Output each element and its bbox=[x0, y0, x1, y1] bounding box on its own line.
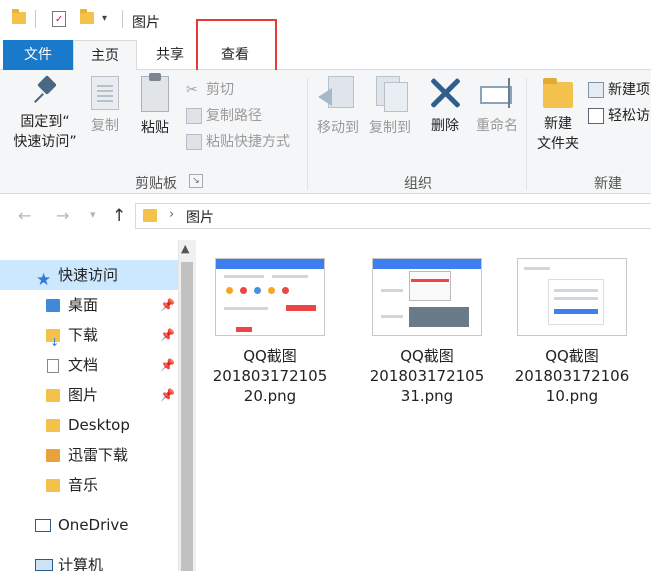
image-thumbnail bbox=[215, 258, 325, 336]
nav-item-documents[interactable]: 文档 📌 bbox=[0, 350, 178, 380]
documents-icon bbox=[47, 359, 59, 373]
title-bar: ✓ ▾ 图片 bbox=[0, 0, 651, 40]
delete-button[interactable]: 删除 bbox=[428, 76, 462, 136]
copy-to-icon bbox=[372, 76, 408, 112]
move-to-button[interactable]: 移动到 bbox=[314, 76, 362, 138]
folder-icon bbox=[46, 419, 60, 432]
recent-locations-chevron-icon[interactable]: ▾ bbox=[90, 208, 96, 221]
tab-home[interactable]: 主页 bbox=[73, 40, 137, 71]
image-thumbnail bbox=[372, 258, 482, 336]
file-item[interactable]: QQ截图 201803172106 10.png bbox=[502, 258, 642, 406]
delete-icon bbox=[428, 76, 462, 110]
pin-to-quick-access-button[interactable]: 固定到“ 快速访问” bbox=[10, 76, 80, 152]
paste-button[interactable]: 粘贴 bbox=[134, 73, 176, 138]
chevron-right-icon[interactable]: › bbox=[169, 207, 174, 222]
window-title: 图片 bbox=[132, 15, 160, 31]
file-item[interactable]: QQ截图 201803172105 20.png bbox=[200, 258, 340, 406]
rename-icon bbox=[478, 76, 516, 110]
pin-icon bbox=[32, 76, 58, 106]
clipboard-dialog-launcher-icon[interactable]: ↘ bbox=[189, 174, 203, 188]
divider bbox=[122, 10, 123, 28]
easy-access-icon bbox=[588, 108, 604, 124]
divider bbox=[526, 78, 527, 190]
scroll-up-arrow-icon[interactable]: ▲ bbox=[181, 242, 189, 255]
clipboard-icon bbox=[141, 73, 169, 112]
computer-icon bbox=[35, 559, 53, 571]
tab-file[interactable]: 文件 bbox=[3, 40, 73, 70]
copy-button[interactable]: 复制 bbox=[84, 76, 126, 136]
group-label-organize: 组织 bbox=[404, 176, 432, 192]
folder-icon bbox=[12, 9, 26, 24]
paste-shortcut-icon bbox=[186, 134, 202, 150]
back-arrow-icon[interactable]: ← bbox=[18, 206, 31, 225]
divider bbox=[35, 10, 36, 28]
copy-path-icon bbox=[186, 108, 202, 124]
nav-item-quick-access[interactable]: ★ 快速访问 bbox=[0, 260, 178, 290]
new-folder-quick-icon[interactable] bbox=[80, 9, 94, 24]
copy-path-button[interactable]: 复制路径 bbox=[186, 106, 262, 126]
scissors-icon: ✂ bbox=[186, 82, 198, 98]
nav-item-computer[interactable]: 计算机 bbox=[0, 550, 178, 571]
cut-button[interactable]: ✂ 剪切 bbox=[186, 80, 234, 100]
forward-arrow-icon[interactable]: → bbox=[56, 206, 69, 225]
move-to-icon bbox=[318, 76, 358, 112]
folder-icon bbox=[46, 449, 60, 462]
properties-icon[interactable]: ✓ bbox=[52, 11, 66, 27]
nav-item-downloads[interactable]: ↓ 下载 📌 bbox=[0, 320, 178, 350]
pin-icon[interactable]: 📌 bbox=[160, 350, 175, 380]
image-thumbnail bbox=[517, 258, 627, 336]
breadcrumb-pictures[interactable]: 图片 bbox=[186, 207, 214, 227]
ribbon-home: 固定到“ 快速访问” 复制 粘贴 ✂ 剪切 复制路径 粘贴快捷方式 剪贴板 ↘ … bbox=[0, 70, 651, 194]
nav-item-desktop-folder[interactable]: Desktop bbox=[0, 410, 178, 440]
up-arrow-icon[interactable]: ↑ bbox=[112, 206, 126, 226]
pin-icon[interactable]: 📌 bbox=[160, 380, 175, 410]
nav-item-music[interactable]: 音乐 bbox=[0, 470, 178, 500]
new-folder-button[interactable]: 新建 文件夹 bbox=[533, 76, 583, 154]
paste-shortcut-button[interactable]: 粘贴快捷方式 bbox=[186, 132, 290, 152]
divider bbox=[307, 78, 308, 190]
new-folder-icon bbox=[543, 76, 573, 108]
nav-item-onedrive[interactable]: OneDrive bbox=[0, 510, 178, 540]
scrollbar-thumb[interactable] bbox=[181, 262, 193, 571]
rename-button[interactable]: 重命名 bbox=[473, 76, 521, 136]
desktop-folder-icon bbox=[46, 299, 60, 312]
tab-share[interactable]: 共享 bbox=[139, 40, 201, 70]
nav-item-desktop[interactable]: 桌面 📌 bbox=[0, 290, 178, 320]
copy-icon bbox=[91, 76, 119, 110]
folder-icon bbox=[143, 209, 157, 222]
pin-icon[interactable]: 📌 bbox=[160, 290, 175, 320]
ribbon-tabs: 文件 主页 共享 查看 bbox=[0, 40, 651, 71]
folder-icon bbox=[46, 479, 60, 492]
onedrive-icon bbox=[35, 519, 51, 532]
navigation-pane: ★ 快速访问 桌面 📌 ↓ 下载 📌 文档 📌 图片 📌 Desktop 迅雷下… bbox=[0, 240, 180, 571]
copy-to-button[interactable]: 复制到 bbox=[366, 76, 414, 138]
group-label-clipboard: 剪贴板 bbox=[135, 176, 177, 192]
new-item-button[interactable]: 新建项 bbox=[588, 80, 650, 100]
file-item[interactable]: QQ截图 201803172105 31.png bbox=[357, 258, 497, 406]
nav-item-pictures[interactable]: 图片 📌 bbox=[0, 380, 178, 410]
easy-access-button[interactable]: 轻松访 bbox=[588, 106, 650, 126]
customize-toolbar-icon[interactable]: ▾ bbox=[102, 13, 107, 24]
nav-item-thunder-downloads[interactable]: 迅雷下载 bbox=[0, 440, 178, 470]
pin-icon[interactable]: 📌 bbox=[160, 320, 175, 350]
group-label-new: 新建 bbox=[594, 176, 622, 192]
pictures-folder-icon bbox=[46, 389, 60, 402]
new-item-icon bbox=[588, 82, 604, 98]
